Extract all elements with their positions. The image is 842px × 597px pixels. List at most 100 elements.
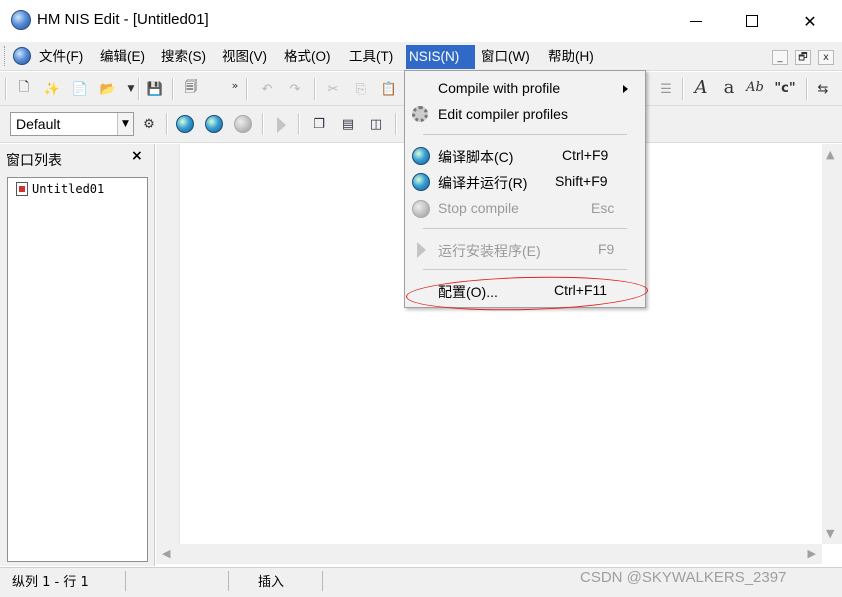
insert-mode: 插入 — [258, 575, 285, 590]
watermark: CSDN @SKYWALKERS_2397 — [580, 569, 787, 586]
undo-icon[interactable]: ↶ — [258, 80, 276, 98]
font-case-icon[interactable]: a — [720, 77, 738, 98]
status-divider — [228, 571, 229, 591]
cut-icon[interactable]: ✂ — [324, 80, 342, 98]
vertical-scrollbar[interactable]: ▲ ▼ — [822, 144, 842, 544]
menu-item-label: Compile with profile — [438, 80, 561, 96]
toolbar-separator — [262, 113, 264, 135]
list-item[interactable]: Untitled01 — [16, 182, 104, 196]
paste-icon[interactable]: 📋 — [380, 80, 398, 98]
quote-string-icon[interactable]: "c" — [774, 79, 795, 97]
new-file-icon[interactable]: 🗋 — [15, 80, 33, 98]
toolbar-separator — [246, 78, 248, 100]
profile-select-value: Default — [16, 116, 61, 132]
mdi-restore-button[interactable]: 🗗 — [795, 50, 811, 65]
scroll-right-icon[interactable]: ▶ — [808, 547, 816, 560]
save-all-icon[interactable]: 🗐 — [182, 80, 200, 98]
nsis-menu: Compile with profile Edit compiler profi… — [404, 70, 646, 308]
menu-item-shortcut: Shift+F9 — [555, 173, 608, 189]
mdi-close-button[interactable]: x — [818, 50, 834, 65]
compile-icon — [412, 147, 430, 165]
menu-item-stop-compile[interactable]: Stop compile Esc — [405, 197, 645, 221]
menu-item-edit-compiler-profiles[interactable]: Edit compiler profiles — [405, 103, 645, 127]
tile-horizontal-icon[interactable]: ▤ — [339, 115, 357, 133]
minimize-button[interactable] — [668, 0, 724, 42]
maximize-button[interactable] — [724, 0, 780, 42]
menu-bar: 文件(F) 编辑(E) 搜索(S) 视图(V) 格式(O) 工具(T) NSIS… — [0, 42, 842, 71]
cascade-windows-icon[interactable]: ❐ — [310, 115, 328, 133]
font-style-icon[interactable]: Ab — [746, 78, 764, 96]
menu-nsis[interactable]: NSIS(N) — [406, 45, 475, 69]
copy-icon[interactable]: ⎘ — [352, 80, 370, 98]
horizontal-scrollbar[interactable]: ◀ ▶ — [156, 544, 822, 564]
chevron-down-icon[interactable]: ▼ — [117, 113, 133, 135]
menu-separator — [423, 134, 627, 135]
menu-separator — [423, 228, 627, 229]
toolbar-overflow-icon[interactable]: » — [226, 76, 244, 94]
menu-window[interactable]: 窗口(W) — [478, 45, 533, 69]
scroll-up-icon[interactable]: ▲ — [826, 148, 834, 161]
menu-item-compile-and-run[interactable]: 编译并运行(R) Shift+F9 — [405, 170, 645, 194]
font-italic-icon[interactable]: A — [692, 77, 710, 98]
panel-close-icon[interactable]: × — [131, 148, 143, 164]
menubar-grip[interactable] — [4, 46, 7, 66]
close-button[interactable]: ✕ — [782, 0, 838, 42]
menu-item-run-installer[interactable]: 运行安装程序(E) F9 — [405, 238, 645, 262]
redo-icon[interactable]: ↷ — [286, 80, 304, 98]
menu-item-label: 编译并运行(R) — [438, 175, 528, 191]
tile-vertical-icon[interactable]: ◫ — [367, 115, 385, 133]
outdent-icon[interactable]: ☰ — [657, 80, 675, 98]
wrap-icon[interactable]: ⇆ — [814, 80, 832, 98]
menu-item-compile-with-profile[interactable]: Compile with profile — [405, 77, 645, 101]
menu-item-label: Edit compiler profiles — [438, 106, 568, 122]
edit-profiles-gear-icon[interactable]: ⚙ — [140, 115, 158, 133]
nsis-file-icon — [16, 182, 28, 196]
status-divider — [125, 571, 126, 591]
toolbar-separator — [395, 113, 397, 135]
menu-file[interactable]: 文件(F) — [36, 45, 86, 69]
run-installer-icon[interactable] — [270, 115, 288, 133]
stop-compile-icon — [412, 200, 430, 218]
menu-separator — [423, 269, 627, 270]
profile-select[interactable]: Default ▼ — [10, 112, 134, 136]
maximize-icon — [746, 15, 758, 27]
title-bar: HM NIS Edit - [Untitled01] ✕ — [0, 0, 842, 42]
menu-format[interactable]: 格式(O) — [281, 45, 334, 69]
mdi-minimize-button[interactable]: _ — [772, 50, 788, 65]
toolbar-separator — [314, 78, 316, 100]
status-divider — [322, 571, 323, 591]
menu-item-shortcut: Ctrl+F9 — [562, 147, 609, 163]
minimize-icon — [690, 20, 702, 22]
toolbar-separator — [138, 78, 140, 100]
template-icon[interactable]: 📄 — [71, 80, 89, 98]
toolbar-separator — [806, 78, 808, 100]
close-icon: ✕ — [803, 11, 817, 31]
menu-item-label: Stop compile — [438, 200, 519, 216]
menu-view[interactable]: 视图(V) — [219, 45, 270, 69]
toolbar-separator — [298, 113, 300, 135]
menu-tools[interactable]: 工具(T) — [346, 45, 396, 69]
save-icon[interactable]: 💾 — [146, 80, 164, 98]
run-icon — [412, 241, 430, 259]
document-system-menu-icon[interactable] — [13, 47, 31, 65]
scroll-left-icon[interactable]: ◀ — [162, 547, 170, 560]
menu-item-compile-script[interactable]: 编译脚本(C) Ctrl+F9 — [405, 144, 645, 168]
window-list-title: 窗口列表 — [6, 152, 62, 168]
scroll-down-icon[interactable]: ▼ — [826, 527, 834, 540]
window-title: HM NIS Edit - [Untitled01] — [37, 11, 209, 28]
menu-item-label: 编译脚本(C) — [438, 149, 514, 165]
menu-search[interactable]: 搜索(S) — [158, 45, 209, 69]
compile-run-icon[interactable] — [205, 115, 223, 133]
toolbar-separator — [172, 78, 174, 100]
compile-icon[interactable] — [176, 115, 194, 133]
menu-help[interactable]: 帮助(H) — [545, 45, 597, 69]
submenu-arrow-icon — [623, 85, 628, 93]
open-folder-icon[interactable]: 📂 — [99, 80, 117, 98]
menu-edit[interactable]: 编辑(E) — [97, 45, 148, 69]
compile-run-icon — [412, 173, 430, 191]
menu-item-shortcut: Esc — [591, 200, 615, 216]
menu-item-label: 运行安装程序(E) — [438, 243, 541, 259]
wizard-icon[interactable]: ✨ — [43, 80, 61, 98]
window-list-panel: 窗口列表 × Untitled01 — [0, 144, 155, 566]
stop-compile-icon[interactable] — [234, 115, 252, 133]
